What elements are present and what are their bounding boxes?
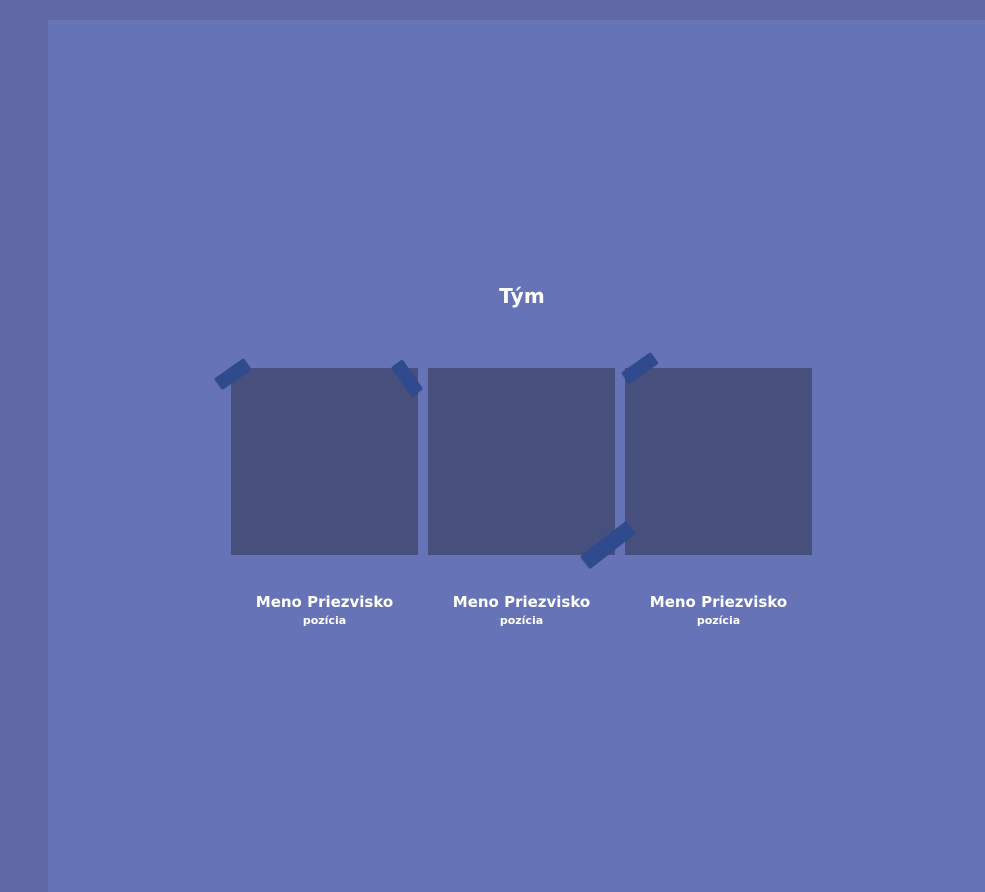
member-name: Meno Priezvisko — [255, 593, 394, 611]
team-member-card: Meno Priezvisko pozícia — [625, 368, 812, 627]
team-member-card: Meno Priezvisko pozícia — [231, 368, 418, 627]
member-photo-placeholder — [428, 368, 615, 555]
member-photo-placeholder — [231, 368, 418, 555]
member-photo-placeholder — [625, 368, 812, 555]
team-grid: Meno Priezvisko pozícia Meno Priezvisko … — [231, 368, 813, 668]
page-background: Tým Meno Priezvisko pozícia Meno Priezvi… — [48, 20, 985, 892]
member-name: Meno Priezvisko — [649, 593, 788, 611]
member-role: pozícia — [302, 614, 347, 627]
member-role: pozícia — [499, 614, 544, 627]
section-title: Tým — [499, 284, 545, 308]
team-member-card: Meno Priezvisko pozícia — [428, 368, 615, 627]
member-name: Meno Priezvisko — [452, 593, 591, 611]
member-role: pozícia — [696, 614, 741, 627]
